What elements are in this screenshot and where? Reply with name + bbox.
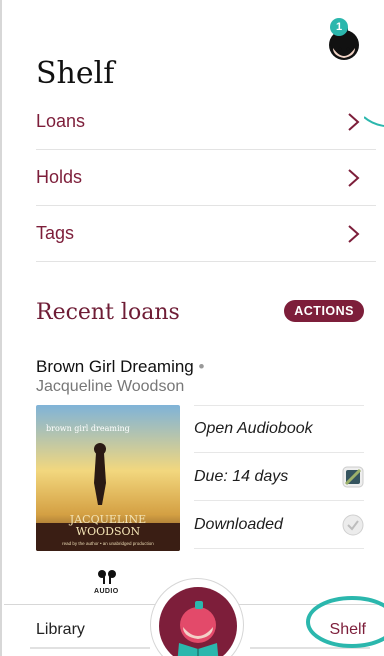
- notification-badge: 1: [330, 18, 348, 36]
- center-home-button[interactable]: [150, 578, 244, 656]
- thumbnail-icon: [342, 466, 364, 487]
- format-label: AUDIO: [94, 588, 119, 595]
- chevron-right-icon: [348, 224, 360, 243]
- reader-mascot: [159, 587, 237, 656]
- earbuds-icon: [98, 570, 116, 584]
- open-audiobook-label: Open Audiobook: [194, 420, 313, 437]
- cover-title: brown girl dreaming: [46, 424, 130, 433]
- tab-divider: [30, 647, 150, 649]
- menu-item-tags[interactable]: Tags: [36, 206, 376, 262]
- book-title[interactable]: Brown Girl Dreaming •: [36, 357, 204, 377]
- highlight-stroke: [364, 116, 384, 127]
- book-cover-art: brown girl dreaming JACQUELINE WOODSON r…: [36, 405, 180, 551]
- cover-author-line2: WOODSON: [76, 525, 141, 538]
- page-title: Shelf: [36, 56, 115, 91]
- due-label: Due: 14 days: [194, 467, 289, 485]
- open-audiobook-row[interactable]: Open Audiobook: [194, 405, 364, 453]
- menu-item-label: Loans: [36, 111, 86, 131]
- tab-library[interactable]: Library: [36, 621, 85, 639]
- shelf-highlight-circle: [306, 596, 384, 648]
- downloaded-row[interactable]: Downloaded: [194, 501, 364, 549]
- recent-loans-heading: Recent loans: [36, 300, 180, 325]
- book-cover[interactable]: brown girl dreaming JACQUELINE WOODSON r…: [36, 405, 180, 551]
- chevron-right-icon: [348, 168, 360, 187]
- menu-item-label: Tags: [36, 223, 75, 243]
- chevron-right-icon: [348, 112, 360, 131]
- book-title-text: Brown Girl Dreaming: [36, 357, 194, 376]
- profile-avatar[interactable]: 1: [318, 18, 364, 64]
- menu-item-loans[interactable]: Loans: [36, 94, 376, 150]
- menu-item-label: Holds: [36, 167, 83, 187]
- book-author: Jacqueline Woodson: [36, 378, 185, 395]
- actions-button[interactable]: ACTIONS: [284, 300, 364, 322]
- reading-girl-icon: [177, 601, 219, 656]
- app-frame: 1 Shelf Loans Holds Tags Recent loans AC…: [0, 0, 384, 656]
- cover-caption: read by the author • an unabridged produ…: [62, 541, 154, 546]
- download-check-icon: [342, 514, 364, 535]
- shelf-menu: Loans Holds Tags: [36, 94, 376, 262]
- due-row[interactable]: Due: 14 days: [194, 453, 364, 501]
- downloaded-label: Downloaded: [194, 515, 283, 533]
- book-actions-list: Open Audiobook Due: 14 days Downloaded: [194, 405, 364, 549]
- menu-item-holds[interactable]: Holds: [36, 150, 376, 206]
